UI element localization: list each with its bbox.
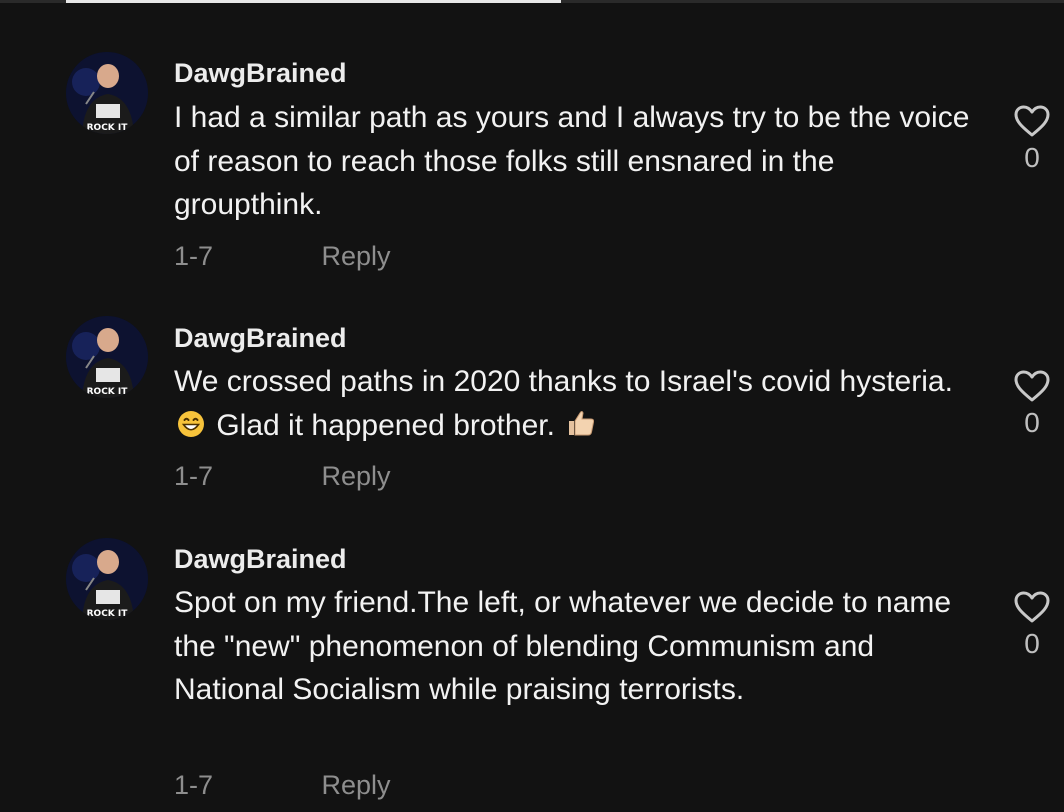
comment-text: I had a similar path as yours and I alwa… <box>174 96 984 227</box>
reply-button[interactable]: Reply <box>322 461 391 491</box>
like-button[interactable]: 0 <box>1010 369 1054 439</box>
avatar[interactable]: ROCK IT <box>66 52 148 134</box>
reply-button[interactable]: Reply <box>322 241 391 271</box>
comment-meta: 1-7 Reply <box>174 769 391 801</box>
like-button[interactable]: 0 <box>1010 104 1054 174</box>
like-button[interactable]: 0 <box>1010 590 1054 660</box>
comment-text-part: We crossed paths in 2020 thanks to Israe… <box>174 365 953 398</box>
comment-date: 1-7 <box>174 241 214 271</box>
comment-meta: 1-7 Reply <box>174 460 391 492</box>
thumbs-up-icon <box>565 407 597 452</box>
reply-button[interactable]: Reply <box>322 770 391 800</box>
heart-outline-icon[interactable] <box>1013 590 1051 624</box>
comment-username[interactable]: DawgBrained <box>174 543 347 575</box>
comment-text: Spot on my friend.The left, or whatever … <box>174 581 984 712</box>
avatar[interactable]: ROCK IT <box>66 538 148 620</box>
avatar[interactable]: ROCK IT <box>66 316 148 398</box>
heart-outline-icon[interactable] <box>1013 369 1051 403</box>
svg-text:ROCK IT: ROCK IT <box>87 387 129 397</box>
tab-underline-active <box>66 0 561 3</box>
comment-text: We crossed paths in 2020 thanks to Israe… <box>174 360 984 451</box>
comments-panel: ROCK IT DawgBrained I had a similar path… <box>0 0 1064 812</box>
comment-meta: 1-7 Reply <box>174 240 391 272</box>
comment-date: 1-7 <box>174 461 214 491</box>
like-count: 0 <box>1024 628 1040 659</box>
grinning-face-icon <box>176 408 206 452</box>
comment-username[interactable]: DawgBrained <box>174 322 347 354</box>
heart-outline-icon[interactable] <box>1013 104 1051 138</box>
comment-text-part: Spot on my friend.The left, or whatever … <box>174 586 952 706</box>
comment-username[interactable]: DawgBrained <box>174 57 347 89</box>
like-count: 0 <box>1024 407 1040 438</box>
like-count: 0 <box>1024 142 1040 173</box>
comment-text-part: I had a similar path as yours and I alwa… <box>174 101 970 221</box>
comment-date: 1-7 <box>174 770 214 800</box>
comment-text-part: Glad it happened brother. <box>216 408 555 442</box>
svg-text:ROCK IT: ROCK IT <box>87 123 129 133</box>
svg-text:ROCK IT: ROCK IT <box>87 609 129 619</box>
